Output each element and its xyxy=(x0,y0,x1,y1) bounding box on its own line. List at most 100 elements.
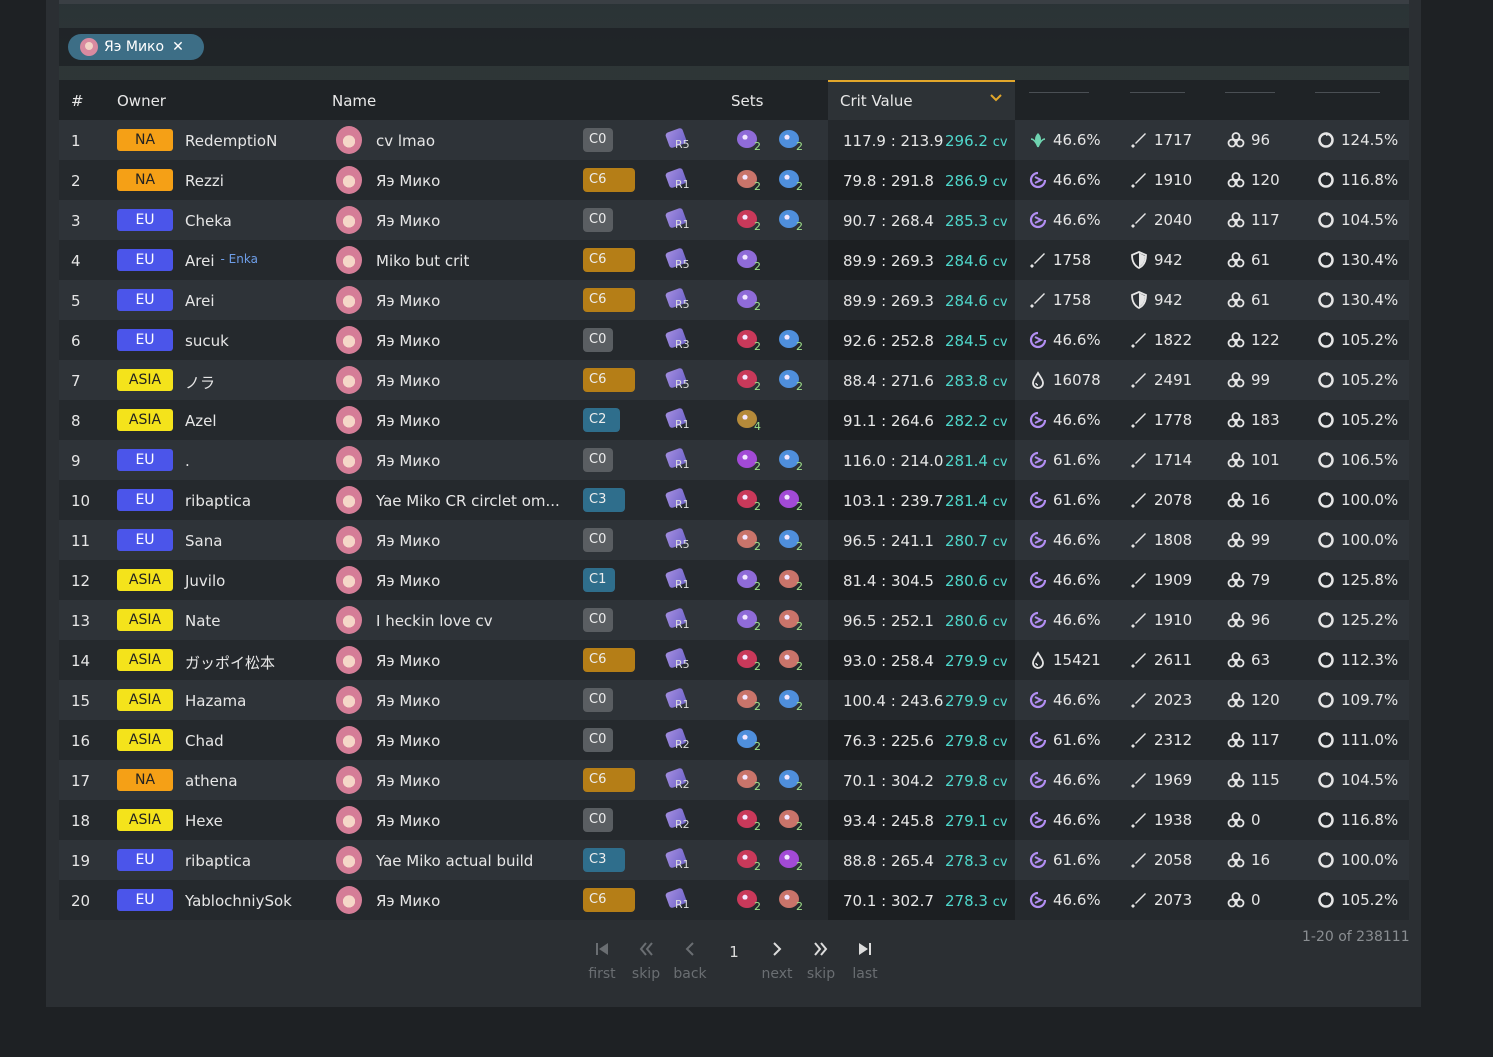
table-row[interactable]: 11 EU Sana Яэ Мико C0 R5 2 2 96.5 : 241.1 280.7 c… xyxy=(59,520,1409,560)
owner-name[interactable]: Chad xyxy=(185,732,224,750)
owner-cell[interactable]: Chad xyxy=(185,732,224,750)
owner-name[interactable]: Sana xyxy=(185,532,222,550)
table-row[interactable]: 8 ASIA Azel Яэ Мико C2 R1 4 91.1 : 264.6 282.2 c… xyxy=(59,400,1409,440)
electro-dmg-icon xyxy=(1029,891,1047,909)
header-stat-2[interactable] xyxy=(1130,92,1185,93)
owner-cell[interactable]: Hexe xyxy=(185,812,223,830)
build-name[interactable]: Яэ Мико xyxy=(376,172,440,190)
skip-back-button[interactable]: skip xyxy=(626,938,666,982)
build-name[interactable]: Yae Miko actual build xyxy=(376,852,533,870)
table-row[interactable]: 16 ASIA Chad Яэ Мико C0 R2 2 76.3 : 225.6 279.8 … xyxy=(59,720,1409,760)
build-name[interactable]: Яэ Мико xyxy=(376,812,440,830)
first-page-button[interactable]: first xyxy=(582,938,622,982)
build-name[interactable]: Яэ Мико xyxy=(376,732,440,750)
next-button[interactable]: next xyxy=(757,938,797,982)
header-stat-3[interactable] xyxy=(1225,92,1275,93)
owner-name[interactable]: RedemptioN xyxy=(185,132,277,150)
owner-name[interactable]: athena xyxy=(185,772,238,790)
build-name[interactable]: Яэ Мико xyxy=(376,332,440,350)
owner-name[interactable]: Rezzi xyxy=(185,172,224,190)
build-name[interactable]: Яэ Мико xyxy=(376,892,440,910)
back-button[interactable]: back xyxy=(670,938,710,982)
owner-name[interactable]: Azel xyxy=(185,412,217,430)
table-row[interactable]: 15 ASIA Hazama Яэ Мико C0 R1 2 2 100.4 : 243.6 27… xyxy=(59,680,1409,720)
build-name[interactable]: Яэ Мико xyxy=(376,212,440,230)
table-row[interactable]: 10 EU ribaptica Yae Miko CR circlet om... C3… xyxy=(59,480,1409,520)
build-name[interactable]: Яэ Мико xyxy=(376,692,440,710)
build-name[interactable]: Yae Miko CR circlet om... xyxy=(376,492,560,510)
header-owner[interactable]: Owner xyxy=(117,92,166,110)
owner-name[interactable]: sucuk xyxy=(185,332,229,350)
table-row[interactable]: 5 EU Arei Яэ Мико C6 R5 2 89.9 : 269.3 284.6 cv 1… xyxy=(59,280,1409,320)
table-row[interactable]: 14 ASIA ガッポイ松本 Яэ Мико C6 R5 2 2 93.0 : 258.4 279… xyxy=(59,640,1409,680)
build-name[interactable]: Яэ Мико xyxy=(376,572,440,590)
owner-cell[interactable]: Hazama xyxy=(185,692,246,710)
build-name[interactable]: Miko but crit xyxy=(376,252,469,270)
owner-name[interactable]: ガッポイ松本 xyxy=(185,654,275,672)
owner-name[interactable]: ribaptica xyxy=(185,492,251,510)
table-row[interactable]: 4 EU Arei - Enka Miko but crit C6 R5 2 89.9 : 26… xyxy=(59,240,1409,280)
rank: 2 xyxy=(71,172,81,190)
owner-name[interactable]: ノラ xyxy=(185,374,215,392)
table-row[interactable]: 3 EU Cheka Яэ Мико C0 R1 2 2 90.7 : 268.4 285.3 c… xyxy=(59,200,1409,240)
chevron-down-icon[interactable] xyxy=(989,90,1003,109)
build-name[interactable]: Яэ Мико xyxy=(376,412,440,430)
header-stat-4[interactable] xyxy=(1315,92,1380,93)
owner-name[interactable]: . xyxy=(185,452,190,470)
owner-cell[interactable]: Nate xyxy=(185,612,221,630)
build-name[interactable]: cv lmao xyxy=(376,132,435,150)
last-page-button[interactable]: last xyxy=(845,938,885,982)
build-name[interactable]: Яэ Мико xyxy=(376,372,440,390)
table-row[interactable]: 19 EU ribaptica Yae Miko actual build C3 R1 2 2… xyxy=(59,840,1409,880)
owner-name[interactable]: Cheka xyxy=(185,212,232,230)
owner-cell[interactable]: YablochniySok xyxy=(185,892,292,910)
owner-cell[interactable]: RedemptioN xyxy=(185,132,277,150)
table-row[interactable]: 7 ASIA ノラ Яэ Мико C6 R5 2 2 88.4 : 271.6 283.8 cv… xyxy=(59,360,1409,400)
header-name[interactable]: Name xyxy=(332,92,376,110)
owner-name[interactable]: Juvilo xyxy=(185,572,225,590)
header-crit-value[interactable]: Crit Value xyxy=(828,80,1015,120)
owner-cell[interactable]: ガッポイ松本 xyxy=(185,652,275,673)
owner-cell[interactable]: Rezzi xyxy=(185,172,224,190)
owner-name[interactable]: ribaptica xyxy=(185,852,251,870)
skip-forward-button[interactable]: skip xyxy=(801,938,841,982)
table-row[interactable]: 18 ASIA Hexe Яэ Мико C0 R2 2 2 93.4 : 245.8 279.1… xyxy=(59,800,1409,840)
owner-name[interactable]: Arei xyxy=(185,252,215,270)
owner-cell[interactable]: Azel xyxy=(185,412,217,430)
owner-cell[interactable]: Juvilo xyxy=(185,572,225,590)
build-name[interactable]: Яэ Мико xyxy=(376,292,440,310)
header-sets[interactable]: Sets xyxy=(731,92,763,110)
table-row[interactable]: 20 EU YablochniySok Яэ Мико C6 R1 2 2 70.1 : 302… xyxy=(59,880,1409,920)
owner-name[interactable]: Nate xyxy=(185,612,221,630)
table-row[interactable]: 13 ASIA Nate I heckin love cv C0 R1 2 2 96.5 : 2… xyxy=(59,600,1409,640)
build-name[interactable]: Яэ Мико xyxy=(376,772,440,790)
filter-chip[interactable]: Яэ Мико ✕ xyxy=(68,34,204,60)
header-rank[interactable]: # xyxy=(71,92,84,110)
owner-cell[interactable]: ribaptica xyxy=(185,852,251,870)
owner-name[interactable]: Hexe xyxy=(185,812,223,830)
table-row[interactable]: 17 NA athena Яэ Мико C6 R2 2 2 70.1 : 304.2 279.8… xyxy=(59,760,1409,800)
remove-filter-icon[interactable]: ✕ xyxy=(172,39,184,55)
table-row[interactable]: 6 EU sucuk Яэ Мико C0 R3 2 2 92.6 : 252.8 284.5 c… xyxy=(59,320,1409,360)
build-name[interactable]: Яэ Мико xyxy=(376,652,440,670)
owner-cell[interactable]: . xyxy=(185,452,190,470)
build-name[interactable]: Яэ Мико xyxy=(376,532,440,550)
owner-name[interactable]: YablochniySok xyxy=(185,892,292,910)
owner-cell[interactable]: sucuk xyxy=(185,332,229,350)
table-row[interactable]: 12 ASIA Juvilo Яэ Мико C1 R1 2 2 81.4 : 304.5 280… xyxy=(59,560,1409,600)
owner-cell[interactable]: Arei - Enka xyxy=(185,252,258,270)
build-name[interactable]: Яэ Мико xyxy=(376,452,440,470)
header-stat-1[interactable] xyxy=(1029,92,1089,93)
owner-cell[interactable]: ribaptica xyxy=(185,492,251,510)
table-row[interactable]: 1 NA RedemptioN cv lmao C0 R5 2 2 117.9 : 213.9 2… xyxy=(59,120,1409,160)
owner-cell[interactable]: athena xyxy=(185,772,238,790)
owner-name[interactable]: Hazama xyxy=(185,692,246,710)
table-row[interactable]: 9 EU. Яэ Мико C0 R1 2 2 116.0 : 214.0 281.4 cv 61… xyxy=(59,440,1409,480)
table-row[interactable]: 2 NA Rezzi Яэ Мико C6 R1 2 2 79.8 : 291.8 286.9 c… xyxy=(59,160,1409,200)
build-name[interactable]: I heckin love cv xyxy=(376,612,493,630)
owner-cell[interactable]: Cheka xyxy=(185,212,232,230)
owner-cell[interactable]: ノラ xyxy=(185,372,215,393)
owner-name[interactable]: Arei xyxy=(185,292,215,310)
owner-cell[interactable]: Sana xyxy=(185,532,222,550)
owner-cell[interactable]: Arei xyxy=(185,292,215,310)
